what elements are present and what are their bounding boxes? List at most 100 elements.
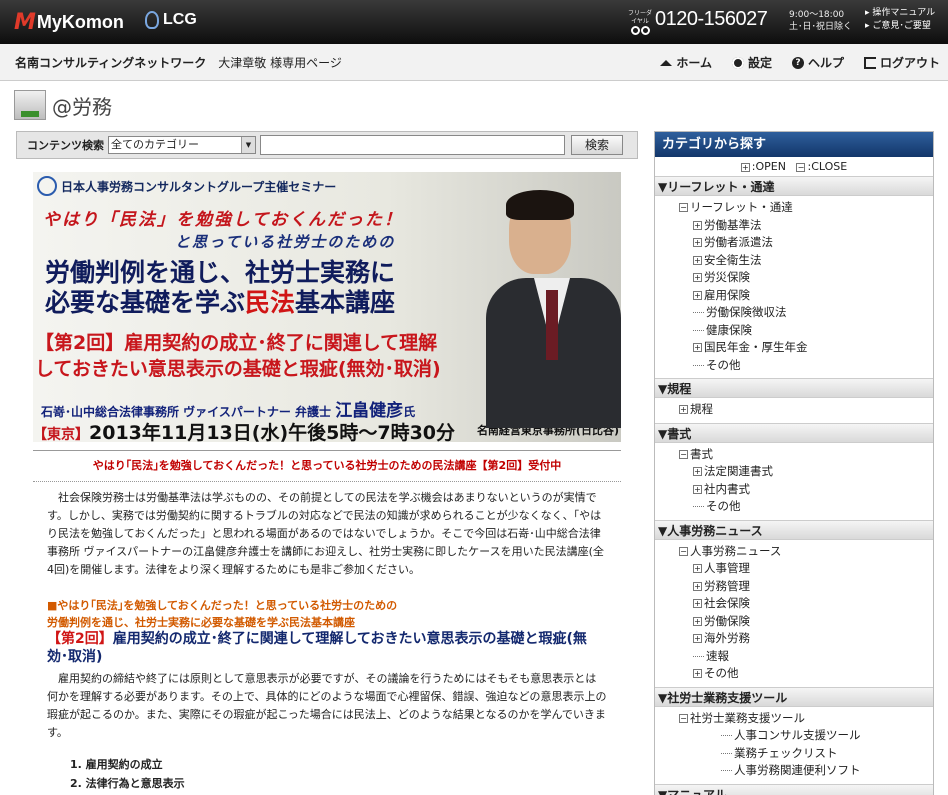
category-item-label: 健康保険 (706, 322, 752, 337)
plus-icon[interactable]: + (693, 581, 702, 591)
category-item-label: 社会保険 (704, 596, 750, 610)
minus-icon[interactable]: − (679, 203, 688, 212)
seminar-caption: やはり｢民法｣を勉強しておくんだった！と思っている社労士のための民法講座【第2回… (33, 450, 621, 482)
category-item[interactable]: + 労働基準法 (655, 217, 933, 235)
nav-settings[interactable]: 設定 (731, 54, 772, 71)
seminar-banner[interactable]: 日本人事労務コンサルタントグループ主催セミナー やはり「民法」を勉強しておくんだ… (33, 172, 621, 442)
search-input[interactable] (260, 135, 565, 155)
banner-date: 【東京】2013年11月13日(水)午後5時～7時30分 (33, 418, 455, 442)
banner-session-num: 【第2回】 (35, 332, 125, 354)
category-group-header[interactable]: ▼規程 (655, 378, 933, 398)
nav-home[interactable]: ホーム (660, 54, 712, 71)
category-item-label: リーフレット・通達 (690, 200, 793, 214)
plus-icon[interactable]: + (693, 564, 702, 573)
plus-icon[interactable]: + (693, 484, 702, 494)
plus-icon[interactable]: + (693, 238, 702, 247)
category-item[interactable]: − 人事労務ニュース (655, 543, 933, 561)
mykomon-logo[interactable]: M MyKomon (14, 9, 124, 35)
category-item[interactable]: − 社労士業務支援ツール (655, 710, 933, 728)
plus-icon[interactable]: + (693, 290, 702, 300)
category-item[interactable]: + 労務管理 (655, 578, 933, 596)
category-select-value: 全てのカテゴリー (111, 138, 199, 151)
nav-help[interactable]: ? ヘルプ (791, 54, 844, 71)
category-group-header[interactable]: ▼マニュアル (655, 783, 933, 795)
category-item[interactable]: + 社内書式 (655, 481, 933, 499)
sub-header: 名南コンサルティングネットワーク 大津章敬 様専用ページ ホーム 設定 ? ヘルプ … (0, 44, 948, 81)
minus-icon[interactable]: − (679, 546, 688, 556)
category-item-label: 規程 (690, 402, 713, 416)
category-item-label: 書式 (690, 446, 713, 461)
category-item-label: 労働保険徴収法 (706, 305, 787, 319)
user-page-label: 大津章敬 様専用ページ (218, 56, 342, 70)
category-item[interactable]: 労働保険徴収法 (655, 304, 933, 322)
banner-title-1: 労働判例を通じ、社労士実務に (45, 258, 396, 287)
category-panel: カテゴリから探す +:OPEN −:CLOSE ▼リーフレット・通達 − リーフレッ… (654, 131, 934, 795)
category-select[interactable]: 全てのカテゴリー ▼ (108, 136, 256, 154)
category-item[interactable]: + 海外労務 (655, 630, 933, 648)
category-item[interactable]: + 国民年金・厚生年金 (655, 339, 933, 357)
category-item[interactable]: 健康保険 (655, 322, 933, 340)
category-item[interactable]: − 書式 (655, 446, 933, 464)
plus-icon[interactable]: + (693, 255, 702, 265)
category-group-header[interactable]: ▼書式 (655, 422, 933, 443)
session-number: 【第2回】 (47, 631, 113, 647)
category-item[interactable]: + 労働保険 (655, 613, 933, 631)
category-item[interactable]: その他 (655, 498, 933, 516)
category-item[interactable]: + その他 (655, 665, 933, 683)
feedback-link[interactable]: ▸ ご意見･ご要望 (865, 20, 935, 33)
category-item[interactable]: 速報 (655, 648, 933, 666)
banner-catch-1: やはり「民法」を勉強しておくんだった！ (43, 210, 403, 230)
plus-icon[interactable]: + (693, 220, 702, 230)
lcg-logo[interactable]: LCG (145, 11, 197, 29)
category-item[interactable]: + 社会保険 (655, 595, 933, 613)
expand-all-button[interactable]: +:OPEN (740, 160, 786, 173)
category-panel-title: カテゴリから探す (655, 132, 933, 157)
nav-logout[interactable]: ログアウト (863, 54, 940, 71)
banner-session: 【第2回】雇用契約の成立･終了に関連して理解 しておきたい意思表示の基礎と瑕疵(… (35, 330, 441, 382)
plus-icon[interactable]: + (679, 405, 688, 414)
list-item: 1. 雇用契約の成立 (70, 758, 163, 771)
category-group-header[interactable]: ▼人事労務ニュース (655, 519, 933, 540)
category-item[interactable]: − リーフレット・通達 (655, 199, 933, 217)
support-hours-note: 土･日･祝日除く (789, 22, 853, 32)
category-group-header[interactable]: ▼リーフレット・通達 (655, 176, 933, 196)
banner-title: 労働判例を通じ、社労士実務に 必要な基礎を学ぶ民法基本講座 (45, 258, 395, 318)
banner-session-1: 【第2回】雇用契約の成立･終了に関連して理解 (35, 330, 441, 356)
plus-icon[interactable]: + (693, 467, 702, 476)
category-item-label: 雇用保険 (704, 287, 750, 302)
category-item[interactable]: + 雇用保険 (655, 287, 933, 305)
category-group-header[interactable]: ▼社労士業務支援ツール (655, 686, 933, 707)
category-item-label: 法定関連書式 (704, 464, 773, 478)
banner-lecturer-title: 石嵜･山中総合法律事務所 ヴァイスパートナー 弁護士 (41, 405, 331, 419)
banner-title-2a: 必要な基礎を学ぶ (45, 288, 246, 317)
plus-icon[interactable]: + (693, 634, 702, 643)
gear-icon (731, 56, 744, 69)
plus-icon[interactable]: + (693, 599, 702, 608)
banner-title-2: 必要な基礎を学ぶ民法基本講座 (45, 288, 395, 318)
search-button[interactable]: 検索 (571, 135, 623, 155)
category-item[interactable]: + 人事管理 (655, 560, 933, 578)
search-label: コンテンツ検索 (27, 139, 104, 152)
category-item-label: 国民年金・厚生年金 (704, 340, 808, 354)
plus-icon[interactable]: + (693, 273, 702, 282)
category-item-label: 労働保険 (704, 613, 750, 628)
category-item[interactable]: 業務チェックリスト (655, 745, 933, 763)
plus-icon[interactable]: + (693, 616, 702, 626)
category-item-label: その他 (706, 499, 741, 513)
collapse-all-button[interactable]: −:CLOSE (796, 160, 847, 173)
category-item[interactable]: + 法定関連書式 (655, 463, 933, 481)
minus-icon[interactable]: − (679, 449, 688, 459)
category-item[interactable]: 人事コンサル支援ツール (655, 727, 933, 745)
help-icon: ? (791, 56, 804, 69)
manual-link[interactable]: ▸ 操作マニュアル (865, 7, 935, 20)
category-item[interactable]: その他 (655, 357, 933, 375)
plus-icon[interactable]: + (693, 343, 702, 352)
category-item[interactable]: + 労災保険 (655, 269, 933, 287)
category-item-label: 労働者派遣法 (704, 235, 773, 249)
category-item[interactable]: + 安全衛生法 (655, 252, 933, 270)
category-item[interactable]: + 労働者派遣法 (655, 234, 933, 252)
plus-icon[interactable]: + (693, 669, 702, 678)
category-item[interactable]: 人事労務関連便利ソフト (655, 762, 933, 780)
category-item[interactable]: + 規程 (655, 401, 933, 419)
minus-icon[interactable]: − (679, 713, 688, 723)
